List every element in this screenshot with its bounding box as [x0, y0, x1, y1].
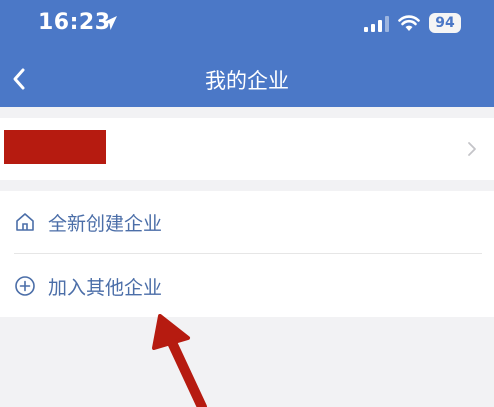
home-icon	[16, 213, 34, 231]
status-time: 16:23	[38, 10, 111, 35]
chevron-right-icon	[468, 142, 476, 156]
create-enterprise-button[interactable]: 全新创建企业	[0, 191, 494, 253]
divider	[14, 253, 482, 254]
join-enterprise-button[interactable]: 加入其他企业	[0, 255, 494, 317]
battery-indicator: 94	[429, 13, 461, 33]
redacted-enterprise-name	[4, 130, 106, 164]
actions-list: 全新创建企业 加入其他企业	[0, 191, 494, 317]
header: 16:23 94 我的企业	[0, 0, 494, 107]
enterprise-item[interactable]	[0, 118, 494, 180]
page-title: 我的企业	[205, 69, 289, 93]
status-bar: 16:23 94	[0, 0, 494, 50]
create-enterprise-label: 全新创建企业	[48, 213, 163, 235]
join-enterprise-label: 加入其他企业	[48, 277, 163, 299]
nav-bar: 我的企业	[0, 55, 494, 105]
location-arrow-icon	[103, 16, 117, 30]
plus-circle-icon	[15, 276, 35, 296]
cellular-signal-icon	[364, 16, 389, 32]
wifi-icon	[398, 15, 420, 31]
